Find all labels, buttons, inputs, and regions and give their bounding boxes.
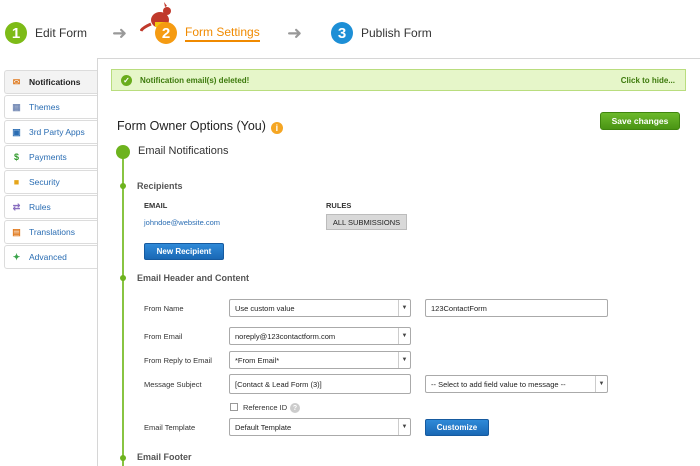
settings-sidebar: ✉ Notifications ▦ Themes ▣ 3rd Party App… (4, 70, 98, 270)
select-value: noreply@123contactform.com (235, 331, 336, 341)
sidebar-item-label: Advanced (29, 252, 67, 262)
from-name-label: From Name (144, 304, 184, 313)
step-publish-form[interactable]: 3 Publish Form (331, 22, 432, 44)
chevron-down-icon: ▼ (595, 376, 607, 392)
sidebar-item-label: Security (29, 177, 60, 187)
from-email-select[interactable]: noreply@123contactform.com ▼ (229, 327, 411, 345)
grid-icon: ▦ (12, 101, 21, 112)
sidebar-item-label: Notifications (29, 77, 81, 87)
save-changes-button[interactable]: Save changes (600, 112, 680, 130)
step-label: Form Settings (185, 25, 260, 42)
select-value: Use custom value (235, 303, 295, 313)
rules-column-header: RULES (326, 201, 352, 210)
sidebar-item-notifications[interactable]: ✉ Notifications (4, 70, 98, 94)
subject-label: Message Subject (144, 380, 202, 389)
sidebar-item-label: Rules (29, 202, 51, 212)
sidebar-item-3rd-party-apps[interactable]: ▣ 3rd Party Apps (4, 120, 98, 144)
main-panel: ✓ Notification email(s) deleted! Click t… (97, 58, 700, 466)
notification-message: Notification email(s) deleted! (140, 75, 250, 85)
reply-to-label: From Reply to Email (144, 356, 212, 365)
sidebar-item-label: Themes (29, 102, 60, 112)
email-column-header: EMAIL (144, 201, 168, 210)
steps-bar: 1 Edit Form ➜ 2 Form Settings ➜ 3 Publis… (0, 0, 700, 60)
section-title-header-content: Email Header and Content (137, 273, 250, 283)
sidebar-item-label: 3rd Party Apps (29, 127, 85, 137)
timeline-dot (120, 455, 126, 461)
dollar-icon: $ (13, 152, 19, 162)
section-title-recipients: Recipients (137, 181, 183, 191)
timeline-dot (120, 183, 126, 189)
arrow-right-icon: ➜ (287, 23, 303, 43)
from-name-select[interactable]: Use custom value ▼ (229, 299, 411, 317)
sidebar-item-payments[interactable]: $ Payments (4, 145, 98, 169)
nodes-icon: ✦ (12, 251, 21, 262)
select-value: -- Select to add field value to message … (431, 379, 566, 389)
reply-to-select[interactable]: *From Email* ▼ (229, 351, 411, 369)
sidebar-item-security[interactable]: ■ Security (4, 170, 98, 194)
success-notification: ✓ Notification email(s) deleted! Click t… (111, 69, 686, 91)
reference-id-checkbox[interactable] (230, 403, 238, 411)
branch-icon: ⇄ (12, 201, 21, 212)
info-icon[interactable]: i (270, 122, 283, 134)
sidebar-item-themes[interactable]: ▦ Themes (4, 95, 98, 119)
sidebar-item-rules[interactable]: ⇄ Rules (4, 195, 98, 219)
field-value-select[interactable]: -- Select to add field value to message … (425, 375, 608, 393)
reference-id-label: Reference ID (243, 403, 288, 412)
chevron-down-icon: ▼ (398, 328, 410, 344)
customize-button[interactable]: Customize (425, 419, 489, 436)
from-email-label: From Email (144, 332, 183, 341)
rule-badge[interactable]: ALL SUBMISSIONS (326, 214, 407, 230)
help-icon[interactable]: ? (290, 403, 300, 413)
page-title: Form Owner Options (You) i (117, 119, 283, 134)
chevron-down-icon: ▼ (398, 300, 410, 316)
timeline-dot (116, 145, 130, 159)
checkmark-icon: ✓ (121, 74, 132, 86)
section-title-email-notifications: Email Notifications (138, 145, 229, 157)
translate-icon: ▤ (12, 226, 21, 237)
sidebar-item-label: Payments (29, 152, 67, 162)
window-icon: ▣ (12, 126, 21, 137)
step-number-1: 1 (5, 22, 27, 44)
step-edit-form[interactable]: 1 Edit Form (5, 22, 87, 44)
step-label: Edit Form (35, 26, 88, 40)
step-label: Publish Form (361, 26, 432, 40)
step-number-3: 3 (331, 22, 353, 44)
sidebar-item-advanced[interactable]: ✦ Advanced (4, 245, 98, 269)
select-value: *From Email* (235, 355, 280, 365)
arrow-right-icon: ➜ (112, 23, 128, 43)
step-number-2: 2 (155, 22, 177, 44)
timeline-dot (120, 275, 126, 281)
sidebar-item-translations[interactable]: ▤ Translations (4, 220, 98, 244)
lock-icon: ■ (13, 177, 20, 187)
hide-notification-link[interactable]: Click to hide... (621, 76, 675, 85)
from-name-input[interactable]: 123ContactForm (425, 299, 608, 317)
page-title-text: Form Owner Options (You) (117, 119, 266, 133)
email-template-label: Email Template (144, 423, 196, 432)
section-title-email-footer: Email Footer (137, 452, 192, 462)
subject-textarea[interactable]: [Contact & Lead Form (3)] (229, 374, 411, 394)
new-recipient-button[interactable]: New Recipient (144, 243, 224, 260)
envelope-icon: ✉ (12, 76, 21, 87)
select-value: Default Template (235, 422, 292, 432)
email-template-select[interactable]: Default Template ▼ (229, 418, 411, 436)
recipient-email-link[interactable]: johndoe@website.com (144, 218, 220, 227)
timeline-line (122, 152, 124, 466)
chevron-down-icon: ▼ (398, 352, 410, 368)
step-form-settings[interactable]: 2 Form Settings (155, 22, 260, 44)
sidebar-item-label: Translations (29, 227, 75, 237)
chevron-down-icon: ▼ (398, 419, 410, 435)
